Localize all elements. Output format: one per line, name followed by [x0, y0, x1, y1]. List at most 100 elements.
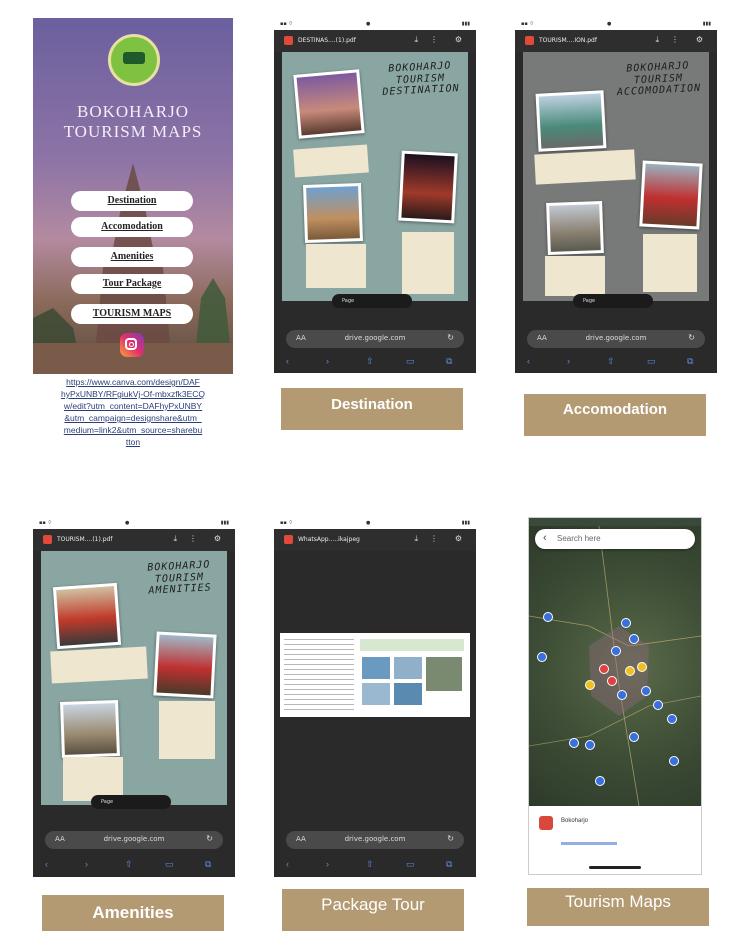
map-pin[interactable]	[629, 634, 639, 644]
map-pin[interactable]	[595, 776, 605, 786]
tour-package-button[interactable]: Tour Package	[71, 274, 193, 294]
search-input[interactable]: Search here	[557, 534, 601, 543]
destination-button[interactable]: Destination	[71, 191, 193, 211]
package-photo	[362, 683, 390, 705]
back-icon[interactable]: ‹	[286, 859, 289, 869]
package-banner	[360, 639, 464, 651]
map-pin[interactable]	[599, 664, 609, 674]
forward-icon[interactable]: ›	[326, 356, 329, 366]
info-note	[643, 234, 697, 292]
address-bar[interactable]: AA drive.google.com ↻	[527, 330, 705, 348]
download-icon[interactable]: ⤓	[173, 534, 177, 544]
map-pin[interactable]	[607, 676, 617, 686]
temple-photo	[293, 69, 365, 139]
accomodation-button[interactable]: Accomodation	[71, 217, 193, 237]
bookmarks-icon[interactable]: ▭	[406, 859, 415, 870]
tabs-icon[interactable]: ⧉	[687, 356, 693, 367]
download-icon[interactable]: ⤓	[414, 534, 418, 544]
map-pin[interactable]	[569, 738, 579, 748]
tabs-icon[interactable]: ⧉	[446, 859, 452, 870]
share-icon[interactable]: ⇧	[607, 356, 615, 367]
map-pin[interactable]	[611, 646, 621, 656]
map-pin[interactable]	[641, 686, 651, 696]
map-pin[interactable]	[617, 690, 627, 700]
map-pin[interactable]	[637, 662, 647, 672]
instagram-icon[interactable]	[120, 333, 144, 357]
forward-icon[interactable]: ›	[326, 859, 329, 869]
title-line-2: TOURISM MAPS	[63, 122, 203, 141]
settings-icon[interactable]: ⚙	[214, 534, 221, 543]
link-line[interactable]: w/edit?utm_content=DAFhyPxUNBY	[33, 400, 233, 412]
forward-icon[interactable]: ›	[85, 859, 88, 869]
share-icon[interactable]: ⇧	[366, 356, 374, 367]
settings-icon[interactable]: ⚙	[455, 35, 462, 44]
more-icon[interactable]: ⋮	[189, 534, 197, 543]
map-search-bar[interactable]: ‹ Search here	[535, 529, 695, 549]
pdf-title: TOURISM....(1).pdf	[57, 536, 113, 543]
link-line[interactable]: medium=link2&utm_source=sharebu	[33, 424, 233, 436]
title-line-1: BOKOHARJO	[77, 102, 189, 121]
address-bar[interactable]: AA drive.google.com ↻	[286, 330, 464, 348]
reload-icon[interactable]: ↻	[447, 333, 454, 342]
map-pin[interactable]	[585, 680, 595, 690]
tourism-maps-button[interactable]: TOURISM MAPS	[71, 304, 193, 324]
bookmarks-icon[interactable]: ▭	[647, 356, 656, 367]
back-icon[interactable]: ‹	[45, 859, 48, 869]
tabs-icon[interactable]: ⧉	[446, 356, 452, 367]
forward-icon[interactable]: ›	[567, 356, 570, 366]
map-pin[interactable]	[669, 756, 679, 766]
amenities-button[interactable]: Amenities	[71, 247, 193, 267]
settings-icon[interactable]: ⚙	[455, 534, 462, 543]
bookmarks-icon[interactable]: ▭	[406, 356, 415, 367]
map-pin[interactable]	[537, 652, 547, 662]
back-icon[interactable]: ‹	[527, 356, 530, 366]
link-line[interactable]: &utm_campaign=designshare&utm_	[33, 412, 233, 424]
map-pin[interactable]	[667, 714, 677, 724]
more-icon[interactable]: ⋮	[430, 35, 438, 44]
pdf-icon	[43, 535, 52, 544]
place-card[interactable]: Bokoharjo	[529, 806, 701, 874]
page-indicator[interactable]: Page	[332, 294, 412, 308]
share-icon[interactable]: ⇧	[366, 859, 374, 870]
map-pin[interactable]	[653, 700, 663, 710]
map-pin[interactable]	[621, 618, 631, 628]
download-icon[interactable]: ⤓	[655, 35, 659, 45]
app-home-screen: BOKOHARJO TOURISM MAPS Destination Accom…	[33, 18, 233, 374]
map-pin[interactable]	[585, 740, 595, 750]
photo-caption	[293, 144, 369, 178]
page-indicator[interactable]: Page	[91, 795, 171, 809]
address-bar[interactable]: AA drive.google.com ↻	[286, 831, 464, 849]
map-pin[interactable]	[543, 612, 553, 622]
app-title: BOKOHARJO TOURISM MAPS	[33, 102, 233, 142]
reload-icon[interactable]: ↻	[206, 834, 213, 843]
info-note	[402, 232, 454, 294]
reload-icon[interactable]: ↻	[688, 333, 695, 342]
more-icon[interactable]: ⋮	[430, 534, 438, 543]
pdf-title: DESTINAS....(1).pdf	[298, 37, 356, 44]
link-line[interactable]: tton	[33, 436, 233, 448]
back-arrow-icon[interactable]: ‹	[543, 532, 547, 544]
info-note	[545, 256, 605, 296]
link-line[interactable]: https://www.canva.com/design/DAF	[33, 376, 233, 388]
more-icon[interactable]: ⋮	[671, 35, 679, 44]
back-icon[interactable]: ‹	[286, 356, 289, 366]
share-icon[interactable]: ⇧	[125, 859, 133, 870]
amenities-poster: BOKOHARJO TOURISM AMENITIES	[41, 551, 227, 805]
satellite-map[interactable]	[529, 526, 701, 806]
status-bar: ▪▪ ⌔ ● ▮▮▮	[274, 517, 476, 529]
map-pin[interactable]	[625, 666, 635, 676]
reload-icon[interactable]: ↻	[447, 834, 454, 843]
place-pin-icon	[539, 816, 553, 830]
bookmarks-icon[interactable]: ▭	[165, 859, 174, 870]
download-icon[interactable]: ⤓	[414, 35, 418, 45]
page-indicator[interactable]: Page	[573, 294, 653, 308]
pdf-toolbar: WhatsApp.....ikajpeg ⤓ ⋮ ⚙	[274, 529, 476, 551]
file-title: WhatsApp.....ikajpeg	[298, 536, 360, 543]
map-pin[interactable]	[629, 732, 639, 742]
address-bar[interactable]: AA drive.google.com ↻	[45, 831, 223, 849]
tabs-icon[interactable]: ⧉	[205, 859, 211, 870]
amenities-phone-screen: ▪▪ ⌔ ● ▮▮▮ TOURISM....(1).pdf ⤓ ⋮ ⚙ BOKOHA…	[33, 517, 235, 877]
canva-link[interactable]: https://www.canva.com/design/DAF hyPxUNB…	[33, 376, 233, 448]
link-line[interactable]: hyPxUNBY/RFgiukVj-Of-mbxzfk3ECQ	[33, 388, 233, 400]
settings-icon[interactable]: ⚙	[696, 35, 703, 44]
